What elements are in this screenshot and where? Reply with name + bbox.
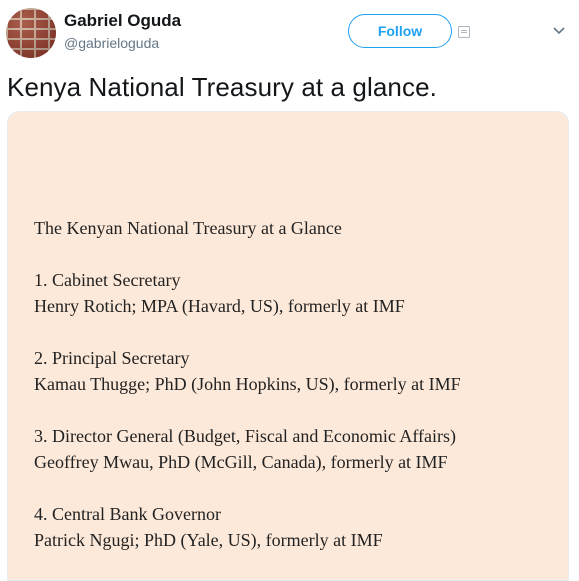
card-icon [458,26,470,38]
avatar-shade [6,8,56,58]
author-name[interactable]: Gabriel Oguda [64,11,181,31]
list-item-role: 1. Cabinet Secretary [34,270,181,290]
tweet-header: Gabriel Oguda @gabrieloguda Follow [0,0,579,68]
list-item-person: Henry Rotich; MPA (Havard, US), formerly… [34,296,405,316]
avatar[interactable] [6,8,56,58]
list-item-role: 3. Director General (Budget, Fiscal and … [34,426,457,446]
list-item: 2. Principal Secretary Kamau Thugge; PhD… [34,345,461,397]
image-title: The Kenyan National Treasury at a Glance [34,218,342,238]
tweet-text: Kenya National Treasury at a glance. [7,72,437,102]
chevron-down-icon[interactable] [552,25,566,37]
list-item: 3. Director General (Budget, Fiscal and … [34,423,461,475]
image-document-text: The Kenyan National Treasury at a Glance… [34,215,461,579]
list-item: 4. Central Bank Governor Patrick Ngugi; … [34,501,461,553]
list-item-role: 4. Central Bank Governor [34,504,221,524]
list-item-person: Geoffrey Mwau, PhD (McGill, Canada), for… [34,452,448,472]
author-handle[interactable]: @gabrieloguda [64,35,159,51]
list-item-person: Patrick Ngugi; PhD (Yale, US), formerly … [34,530,383,550]
list-item-role: 2. Principal Secretary [34,348,190,368]
list-item-person: Kamau Thugge; PhD (John Hopkins, US), fo… [34,374,461,394]
list-item: 1. Cabinet Secretary Henry Rotich; MPA (… [34,267,461,319]
follow-button[interactable]: Follow [348,14,452,48]
